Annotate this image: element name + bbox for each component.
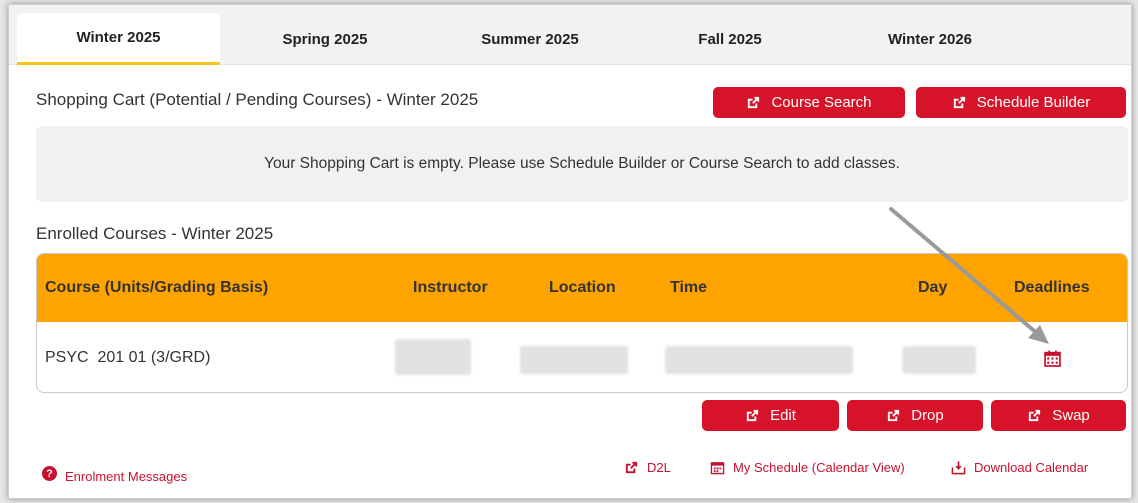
external-link-icon [625,461,638,474]
course-search-button[interactable]: Course Search [713,87,905,118]
download-calendar-link[interactable]: Download Calendar [951,460,1088,475]
table-header: Course (Units/Grading Basis) Instructor … [37,254,1127,322]
day-redacted [902,346,976,374]
d2l-link[interactable]: D2L [624,460,671,475]
tab-winter-2026[interactable]: Winter 2026 [830,13,1030,65]
column-header-deadlines: Deadlines [1014,279,1090,296]
schedule-builder-button[interactable]: Schedule Builder [916,87,1126,118]
calendar-icon [1044,350,1061,367]
swap-button[interactable]: Swap [991,400,1126,431]
enrolment-messages-link[interactable]: ? Enrolment Messages [42,463,187,484]
shopping-cart-title: Shopping Cart (Potential / Pending Cours… [36,90,479,109]
deadlines-calendar-button[interactable] [1044,322,1061,392]
time-redacted [665,346,853,374]
table-row: PSYC 201 01 (3/GRD) [37,322,1127,392]
column-header-day: Day [918,279,948,296]
course-code-cell: PSYC 201 01 (3/GRD) [45,349,211,366]
external-link-icon [748,96,760,109]
external-link-icon [746,409,759,422]
my-schedule-link[interactable]: My Schedule (Calendar View) [710,460,905,475]
column-header-instructor: Instructor [413,279,488,296]
enrolment-panel: Winter 2025 Spring 2025 Summer 2025 Fall… [8,4,1132,499]
external-link-icon [953,96,965,109]
calendar-icon [710,462,725,475]
enrolled-courses-title: Enrolled Courses - Winter 2025 [36,224,274,243]
question-icon: ? [42,466,57,481]
edit-button[interactable]: Edit [702,400,839,431]
external-link-icon [1029,409,1041,422]
tab-summer-2025[interactable]: Summer 2025 [430,13,630,65]
instructor-redacted [395,339,471,375]
drop-button[interactable]: Drop [847,400,983,431]
tab-fall-2025[interactable]: Fall 2025 [630,13,830,65]
enrolled-courses-table: Course (Units/Grading Basis) Instructor … [36,253,1128,393]
external-link-icon [888,409,900,422]
tab-spring-2025[interactable]: Spring 2025 [220,13,430,65]
column-header-location: Location [549,279,616,296]
column-header-time: Time [670,279,708,296]
download-icon [951,461,966,475]
location-redacted [520,346,628,374]
column-header-course: Course (Units/Grading Basis) [45,279,269,296]
term-tabs: Winter 2025 Spring 2025 Summer 2025 Fall… [9,5,1131,65]
tab-winter-2025[interactable]: Winter 2025 [17,13,220,65]
empty-cart-message: Your Shopping Cart is empty. Please use … [36,126,1128,202]
